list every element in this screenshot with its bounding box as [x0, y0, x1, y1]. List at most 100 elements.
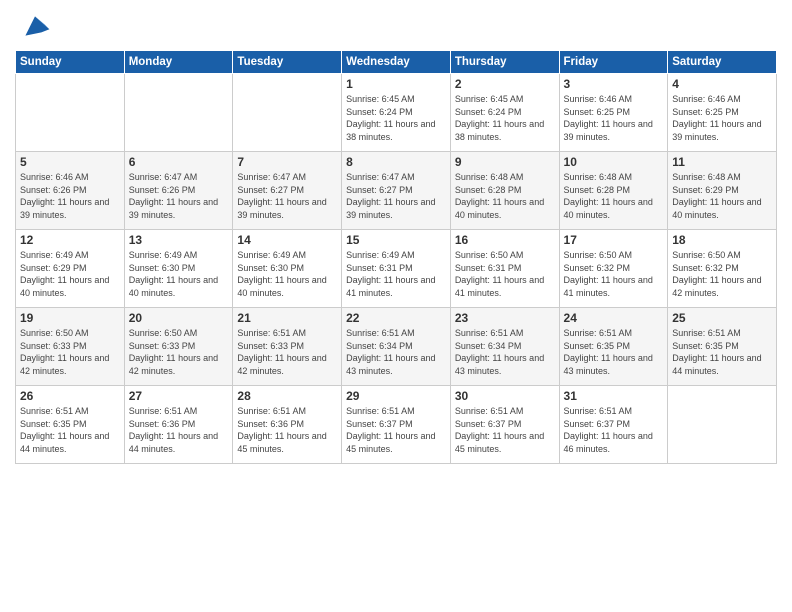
day-number: 3: [564, 77, 664, 91]
calendar-cell: 31 Sunrise: 6:51 AM Sunset: 6:37 PM Dayli…: [559, 386, 668, 464]
day-info: Sunrise: 6:48 AM Sunset: 6:28 PM Dayligh…: [564, 171, 664, 221]
day-number: 16: [455, 233, 555, 247]
calendar-cell: 20 Sunrise: 6:50 AM Sunset: 6:33 PM Dayli…: [124, 308, 233, 386]
day-info: Sunrise: 6:45 AM Sunset: 6:24 PM Dayligh…: [455, 93, 555, 143]
day-number: 14: [237, 233, 337, 247]
day-info: Sunrise: 6:48 AM Sunset: 6:29 PM Dayligh…: [672, 171, 772, 221]
day-number: 20: [129, 311, 229, 325]
calendar-cell: 26 Sunrise: 6:51 AM Sunset: 6:35 PM Dayli…: [16, 386, 125, 464]
day-number: 17: [564, 233, 664, 247]
day-number: 13: [129, 233, 229, 247]
col-header-thursday: Thursday: [450, 51, 559, 74]
day-number: 7: [237, 155, 337, 169]
day-info: Sunrise: 6:47 AM Sunset: 6:27 PM Dayligh…: [237, 171, 337, 221]
day-info: Sunrise: 6:50 AM Sunset: 6:33 PM Dayligh…: [20, 327, 120, 377]
calendar-week-row: 12 Sunrise: 6:49 AM Sunset: 6:29 PM Dayli…: [16, 230, 777, 308]
calendar-header-row: SundayMondayTuesdayWednesdayThursdayFrid…: [16, 51, 777, 74]
calendar-cell: 4Sunrise: 6:46 AM Sunset: 6:25 PM Daylig…: [668, 74, 777, 152]
day-number: 15: [346, 233, 446, 247]
day-number: 26: [20, 389, 120, 403]
day-info: Sunrise: 6:51 AM Sunset: 6:34 PM Dayligh…: [346, 327, 446, 377]
col-header-sunday: Sunday: [16, 51, 125, 74]
day-number: 23: [455, 311, 555, 325]
calendar-week-row: 1 Sunrise: 6:45 AM Sunset: 6:24 PM Daylig…: [16, 74, 777, 152]
day-number: 22: [346, 311, 446, 325]
calendar-cell: 23 Sunrise: 6:51 AM Sunset: 6:34 PM Dayli…: [450, 308, 559, 386]
day-info: Sunrise: 6:51 AM Sunset: 6:34 PM Dayligh…: [455, 327, 555, 377]
day-number: 24: [564, 311, 664, 325]
calendar-cell: 17 Sunrise: 6:50 AM Sunset: 6:32 PM Dayli…: [559, 230, 668, 308]
calendar-cell: 2 Sunrise: 6:45 AM Sunset: 6:24 PM Daylig…: [450, 74, 559, 152]
calendar-cell: 11 Sunrise: 6:48 AM Sunset: 6:29 PM Dayli…: [668, 152, 777, 230]
day-info: Sunrise: 6:46 AM Sunset: 6:25 PM Dayligh…: [564, 93, 664, 143]
day-info: Sunrise: 6:51 AM Sunset: 6:35 PM Dayligh…: [672, 327, 772, 377]
day-info: Sunrise: 6:50 AM Sunset: 6:31 PM Dayligh…: [455, 249, 555, 299]
calendar-cell: 27Sunrise: 6:51 AM Sunset: 6:36 PM Dayli…: [124, 386, 233, 464]
day-number: 12: [20, 233, 120, 247]
day-number: 2: [455, 77, 555, 91]
day-number: 4: [672, 77, 772, 91]
calendar-cell: 3 Sunrise: 6:46 AM Sunset: 6:25 PM Daylig…: [559, 74, 668, 152]
calendar-cell: 6 Sunrise: 6:47 AM Sunset: 6:26 PM Daylig…: [124, 152, 233, 230]
day-info: Sunrise: 6:51 AM Sunset: 6:37 PM Dayligh…: [346, 405, 446, 455]
day-info: Sunrise: 6:50 AM Sunset: 6:32 PM Dayligh…: [564, 249, 664, 299]
day-info: Sunrise: 6:49 AM Sunset: 6:29 PM Dayligh…: [20, 249, 120, 299]
day-number: 29: [346, 389, 446, 403]
calendar-cell: [233, 74, 342, 152]
day-number: 6: [129, 155, 229, 169]
day-number: 11: [672, 155, 772, 169]
day-number: 19: [20, 311, 120, 325]
day-number: 9: [455, 155, 555, 169]
day-number: 28: [237, 389, 337, 403]
calendar-cell: 7 Sunrise: 6:47 AM Sunset: 6:27 PM Daylig…: [233, 152, 342, 230]
col-header-friday: Friday: [559, 51, 668, 74]
day-info: Sunrise: 6:48 AM Sunset: 6:28 PM Dayligh…: [455, 171, 555, 221]
day-info: Sunrise: 6:47 AM Sunset: 6:27 PM Dayligh…: [346, 171, 446, 221]
col-header-wednesday: Wednesday: [342, 51, 451, 74]
calendar-cell: 21 Sunrise: 6:51 AM Sunset: 6:33 PM Dayli…: [233, 308, 342, 386]
header: [15, 10, 777, 42]
calendar-cell: 9 Sunrise: 6:48 AM Sunset: 6:28 PM Daylig…: [450, 152, 559, 230]
calendar-cell: 30 Sunrise: 6:51 AM Sunset: 6:37 PM Dayli…: [450, 386, 559, 464]
day-info: Sunrise: 6:47 AM Sunset: 6:26 PM Dayligh…: [129, 171, 229, 221]
calendar-cell: 28Sunrise: 6:51 AM Sunset: 6:36 PM Dayli…: [233, 386, 342, 464]
calendar-week-row: 5 Sunrise: 6:46 AM Sunset: 6:26 PM Daylig…: [16, 152, 777, 230]
logo: [15, 10, 51, 42]
day-number: 30: [455, 389, 555, 403]
day-info: Sunrise: 6:51 AM Sunset: 6:37 PM Dayligh…: [455, 405, 555, 455]
day-number: 18: [672, 233, 772, 247]
calendar-week-row: 26 Sunrise: 6:51 AM Sunset: 6:35 PM Dayli…: [16, 386, 777, 464]
day-info: Sunrise: 6:49 AM Sunset: 6:30 PM Dayligh…: [129, 249, 229, 299]
day-number: 25: [672, 311, 772, 325]
page-container: SundayMondayTuesdayWednesdayThursdayFrid…: [0, 0, 792, 612]
calendar-cell: [668, 386, 777, 464]
col-header-saturday: Saturday: [668, 51, 777, 74]
calendar-cell: 14Sunrise: 6:49 AM Sunset: 6:30 PM Dayli…: [233, 230, 342, 308]
calendar-cell: 5 Sunrise: 6:46 AM Sunset: 6:26 PM Daylig…: [16, 152, 125, 230]
calendar-cell: 29 Sunrise: 6:51 AM Sunset: 6:37 PM Dayli…: [342, 386, 451, 464]
calendar-cell: 22 Sunrise: 6:51 AM Sunset: 6:34 PM Dayli…: [342, 308, 451, 386]
calendar-week-row: 19 Sunrise: 6:50 AM Sunset: 6:33 PM Dayli…: [16, 308, 777, 386]
calendar-cell: 24 Sunrise: 6:51 AM Sunset: 6:35 PM Dayli…: [559, 308, 668, 386]
calendar-cell: 8 Sunrise: 6:47 AM Sunset: 6:27 PM Daylig…: [342, 152, 451, 230]
col-header-tuesday: Tuesday: [233, 51, 342, 74]
day-number: 31: [564, 389, 664, 403]
day-info: Sunrise: 6:51 AM Sunset: 6:35 PM Dayligh…: [564, 327, 664, 377]
day-number: 8: [346, 155, 446, 169]
day-info: Sunrise: 6:51 AM Sunset: 6:37 PM Dayligh…: [564, 405, 664, 455]
calendar-cell: 1Sunrise: 6:45 AM Sunset: 6:24 PM Daylig…: [342, 74, 451, 152]
day-number: 5: [20, 155, 120, 169]
calendar-cell: [16, 74, 125, 152]
logo-icon: [19, 10, 51, 42]
day-info: Sunrise: 6:51 AM Sunset: 6:35 PM Dayligh…: [20, 405, 120, 455]
day-number: 21: [237, 311, 337, 325]
calendar-cell: 25 Sunrise: 6:51 AM Sunset: 6:35 PM Dayli…: [668, 308, 777, 386]
day-info: Sunrise: 6:50 AM Sunset: 6:33 PM Dayligh…: [129, 327, 229, 377]
day-info: Sunrise: 6:46 AM Sunset: 6:26 PM Dayligh…: [20, 171, 120, 221]
calendar-cell: 10Sunrise: 6:48 AM Sunset: 6:28 PM Dayli…: [559, 152, 668, 230]
calendar-cell: 16 Sunrise: 6:50 AM Sunset: 6:31 PM Dayli…: [450, 230, 559, 308]
day-info: Sunrise: 6:51 AM Sunset: 6:33 PM Dayligh…: [237, 327, 337, 377]
calendar-cell: 13 Sunrise: 6:49 AM Sunset: 6:30 PM Dayli…: [124, 230, 233, 308]
day-number: 1: [346, 77, 446, 91]
calendar-table: SundayMondayTuesdayWednesdayThursdayFrid…: [15, 50, 777, 464]
